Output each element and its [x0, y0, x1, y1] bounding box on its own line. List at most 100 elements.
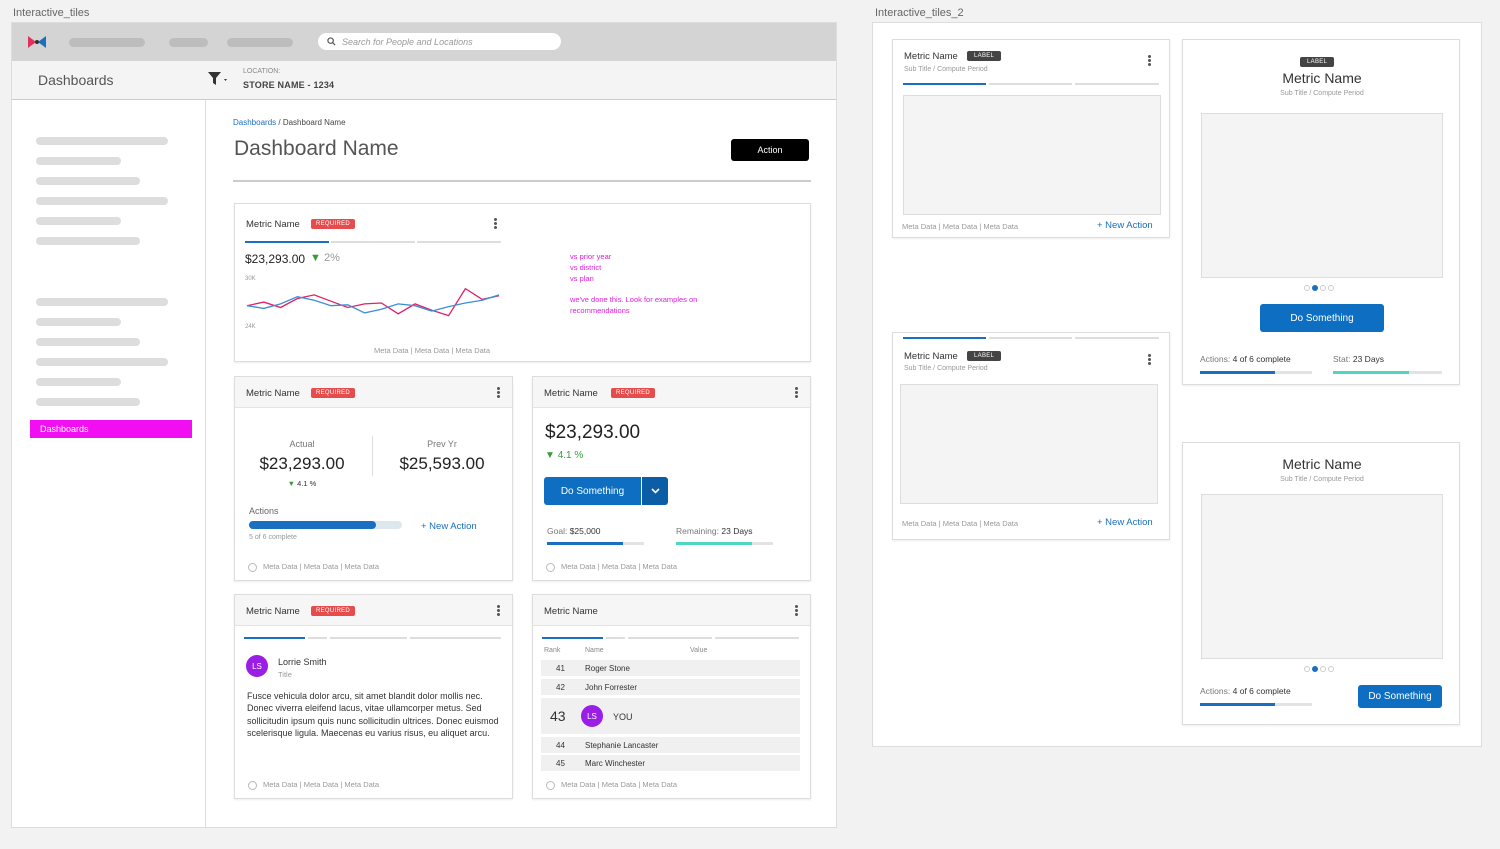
carousel-dot[interactable]	[1320, 285, 1326, 291]
tab-indicator[interactable]	[715, 637, 799, 639]
more-options-icon[interactable]	[494, 218, 497, 229]
table-row-you[interactable]: 43 LS YOU	[541, 698, 800, 734]
carousel-dot[interactable]	[1304, 666, 1310, 672]
more-options-icon[interactable]	[795, 605, 798, 616]
action-button[interactable]: Action	[731, 139, 809, 161]
person-name[interactable]: Lorrie Smith	[278, 657, 327, 667]
tab-indicator[interactable]	[245, 241, 329, 243]
tab-indicator[interactable]	[989, 337, 1072, 339]
sidebar-item[interactable]	[36, 298, 168, 306]
carousel-dot[interactable]	[1328, 285, 1334, 291]
metric-card-trend[interactable]: Metric Name REQUIRED $23,293.00 ▼ 2% 30K…	[234, 203, 811, 362]
metric-name: Metric Name	[544, 388, 598, 399]
table-row[interactable]: 42 John Forrester	[541, 679, 800, 695]
tile-b[interactable]: Metric Name LABEL Sub Title / Compute Pe…	[892, 332, 1170, 540]
do-something-button[interactable]: Do Something	[544, 477, 641, 505]
meta-text: Meta Data | Meta Data | Meta Data	[263, 780, 380, 789]
avatar[interactable]: LS	[581, 705, 603, 727]
meta-data: Meta Data | Meta Data | Meta Data	[248, 562, 379, 572]
tile-d[interactable]: Metric Name Sub Title / Compute Period A…	[1182, 442, 1460, 725]
table-row[interactable]: 44 Stephanie Lancaster	[541, 737, 800, 753]
new-action-link[interactable]: + New Action	[1097, 220, 1153, 231]
tab-indicator[interactable]	[606, 637, 625, 639]
metric-change: ▼ 4.1 %	[545, 450, 583, 461]
rank-cell: 42	[556, 683, 565, 692]
sidebar-item[interactable]	[36, 358, 168, 366]
more-options-icon[interactable]	[1148, 354, 1151, 365]
tab-indicator[interactable]	[1075, 83, 1159, 85]
breadcrumb-link-dashboards[interactable]: Dashboards	[233, 118, 276, 127]
tab-indicator[interactable]	[410, 637, 501, 639]
sidebar-item[interactable]	[36, 217, 121, 225]
sidebar-item[interactable]	[36, 157, 121, 165]
clock-icon	[248, 780, 257, 790]
tab-indicator[interactable]	[1075, 337, 1159, 339]
actions-progress-fill	[249, 521, 376, 529]
sidebar-item[interactable]	[36, 398, 140, 406]
carousel-dot-active[interactable]	[1312, 285, 1318, 291]
metric-card-compare[interactable]: Metric Name REQUIRED Actual $23,293.00 ▼…	[234, 376, 513, 581]
nav-placeholder[interactable]	[227, 38, 293, 47]
more-options-icon[interactable]	[795, 387, 798, 398]
metric-name: Metric Name	[246, 388, 300, 399]
goal-progress-fill	[547, 542, 623, 545]
rank-cell: 43	[550, 708, 566, 724]
sidebar-item[interactable]	[36, 338, 140, 346]
carousel-dot-active[interactable]	[1312, 666, 1318, 672]
name-cell: Roger Stone	[585, 664, 630, 673]
sidebar-item[interactable]	[36, 378, 121, 386]
tab-indicator[interactable]	[903, 337, 986, 339]
do-something-button[interactable]: Do Something	[1358, 685, 1442, 708]
tile-c[interactable]: LABEL Metric Name Sub Title / Compute Pe…	[1182, 39, 1460, 385]
tab-indicator[interactable]	[628, 637, 712, 639]
location-label: LOCATION:	[243, 68, 281, 75]
nav-placeholder[interactable]	[169, 38, 208, 47]
dropdown-toggle[interactable]	[642, 477, 668, 505]
more-options-icon[interactable]	[497, 387, 500, 398]
tab-indicator[interactable]	[244, 637, 305, 639]
clock-icon	[546, 780, 555, 790]
tile-a[interactable]: Metric Name LABEL Sub Title / Compute Pe…	[892, 39, 1170, 238]
carousel-dot[interactable]	[1320, 666, 1326, 672]
trend-chart[interactable]	[242, 276, 504, 330]
nav-placeholder[interactable]	[69, 38, 145, 47]
tab-indicator[interactable]	[308, 637, 327, 639]
new-action-link[interactable]: + New Action	[1097, 517, 1153, 528]
meta-data: Meta Data | Meta Data | Meta Data	[546, 562, 677, 572]
avatar[interactable]: LS	[246, 655, 268, 677]
filter-icon[interactable]	[208, 72, 230, 86]
do-something-button[interactable]: Do Something	[1260, 304, 1384, 332]
table-row[interactable]: 41 Roger Stone	[541, 660, 800, 676]
metric-card-goal[interactable]: Metric Name REQUIRED $23,293.00 ▼ 4.1 % …	[532, 376, 811, 581]
table-row[interactable]: 45 Marc Winchester	[541, 755, 800, 771]
more-options-icon[interactable]	[497, 605, 500, 616]
sidebar-item[interactable]	[36, 197, 168, 205]
new-action-link[interactable]: + New Action	[421, 521, 477, 532]
stat-progress-fill	[1333, 371, 1410, 374]
tab-indicator[interactable]	[989, 83, 1072, 85]
search-input[interactable]: Search for People and Locations	[318, 33, 561, 50]
metric-card-rank[interactable]: Metric Name Rank Name Value 41 Roger Ston…	[532, 594, 811, 799]
metric-card-person[interactable]: Metric Name REQUIRED LS Lorrie Smith Tit…	[234, 594, 513, 799]
complete-text: 5 of 6 complete	[249, 534, 297, 541]
sidebar-item-dashboards[interactable]: Dashboards	[30, 420, 192, 438]
tab-indicator[interactable]	[331, 241, 415, 243]
carousel-dots[interactable]	[1304, 666, 1334, 672]
sidebar-item[interactable]	[36, 177, 140, 185]
tab-indicator[interactable]	[417, 241, 501, 243]
logo-icon[interactable]	[26, 34, 48, 50]
frame-label-1: Interactive_tiles	[13, 7, 90, 19]
location-value[interactable]: STORE NAME - 1234	[243, 80, 334, 90]
tab-indicator[interactable]	[542, 637, 603, 639]
carousel-dot[interactable]	[1304, 285, 1310, 291]
carousel-dots[interactable]	[1304, 285, 1334, 291]
carousel-dot[interactable]	[1328, 666, 1334, 672]
more-options-icon[interactable]	[1148, 55, 1151, 66]
sidebar-item[interactable]	[36, 318, 121, 326]
sidebar-item[interactable]	[36, 137, 168, 145]
sidebar-item[interactable]	[36, 237, 140, 245]
tab-indicator[interactable]	[903, 83, 986, 85]
meta-data: Meta Data | Meta Data | Meta Data	[374, 346, 491, 355]
tab-indicator[interactable]	[330, 637, 407, 639]
page-header: Dashboards LOCATION: STORE NAME - 1234	[12, 61, 836, 100]
